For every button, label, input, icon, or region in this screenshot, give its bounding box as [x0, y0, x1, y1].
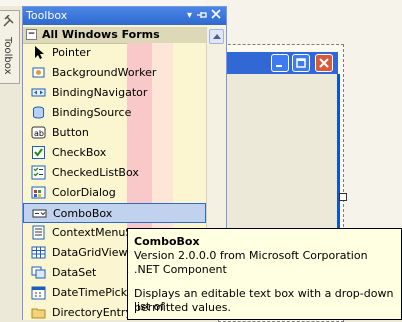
- close-icon[interactable]: [315, 54, 333, 72]
- toolbox-item-label: DataSet: [52, 266, 97, 279]
- toolbox-item-bindingsource[interactable]: BindingSource: [23, 103, 206, 123]
- toolbox-item-label: DirectoryEntry: [52, 306, 132, 319]
- toolbox-item-label: BindingSource: [52, 106, 132, 119]
- svg-text:ab: ab: [34, 129, 44, 138]
- checked-listbox-icon: [31, 165, 46, 180]
- toolbox-item-label: Button: [52, 126, 89, 139]
- toolbox-dock-tab[interactable]: Toolbox: [0, 10, 20, 84]
- dock-tab-label: Toolbox: [2, 37, 13, 75]
- toolbox-item-bindingnavigator[interactable]: BindingNavigator: [23, 83, 206, 103]
- tooltip-description-line2: permitted values.: [134, 301, 231, 314]
- background-worker-icon: [31, 65, 46, 80]
- toolbox-item-label: Pointer: [52, 46, 91, 59]
- section-header-all-windows-forms[interactable]: − All Windows Forms: [23, 27, 206, 44]
- toolbox-title: Toolbox: [26, 9, 68, 22]
- binding-navigator-icon: [31, 85, 46, 100]
- toolbox-item-colordialog[interactable]: ColorDialog: [23, 183, 206, 203]
- directory-entry-icon: [31, 305, 46, 320]
- toolbox-item-checkedlistbox[interactable]: CheckedListBox: [23, 163, 206, 183]
- toolbox-item-pointer[interactable]: Pointer: [23, 43, 206, 63]
- context-menu-strip-icon: [31, 225, 46, 240]
- datetimepicker-icon: [31, 285, 46, 300]
- close-icon[interactable]: [209, 9, 222, 22]
- pin-icon[interactable]: [195, 9, 208, 22]
- toolbox-item-label: CheckedListBox: [52, 166, 139, 179]
- minimize-icon[interactable]: [271, 54, 289, 72]
- dataset-icon: [31, 265, 46, 280]
- toolbox-item-label: CheckBox: [52, 146, 107, 159]
- toolbox-item-combobox[interactable]: ComboBox: [23, 203, 206, 223]
- section-label: All Windows Forms: [42, 28, 160, 41]
- toolbox-item-label: BackgroundWorker: [52, 66, 157, 79]
- checkbox-icon: [31, 145, 46, 160]
- resize-handle[interactable]: [339, 193, 347, 201]
- component-tooltip: ComboBox Version 2.0.0.0 from Microsoft …: [127, 228, 402, 320]
- scroll-up-icon[interactable]: [209, 29, 224, 44]
- toolbox-item-label: BindingNavigator: [52, 86, 148, 99]
- toolbox-item-label: DataGridView: [52, 246, 128, 259]
- toolbox-item-label: ColorDialog: [52, 186, 116, 199]
- combobox-icon: [32, 206, 47, 221]
- binding-source-icon: [31, 105, 46, 120]
- toolbox-item-checkbox[interactable]: CheckBox: [23, 143, 206, 163]
- tooltip-version: Version 2.0.0.0 from Microsoft Corporati…: [134, 249, 368, 262]
- tooltip-title: ComboBox: [134, 235, 200, 248]
- toolbox-item-button[interactable]: ab Button: [23, 123, 206, 143]
- toolbox-title-bar: Toolbox ▾: [23, 7, 226, 25]
- button-icon: ab: [31, 125, 46, 140]
- datagridview-icon: [31, 245, 46, 260]
- tooltip-kind: .NET Component: [134, 263, 227, 276]
- toolbox-item-backgroundworker[interactable]: BackgroundWorker: [23, 63, 206, 83]
- pointer-icon: [31, 45, 46, 60]
- toolbox-item-label: DateTimePicker: [52, 286, 138, 299]
- maximize-icon[interactable]: [292, 54, 310, 72]
- color-dialog-icon: [31, 185, 46, 200]
- form-caption-bar[interactable]: [224, 52, 338, 74]
- collapse-icon[interactable]: −: [26, 29, 37, 40]
- toolbox-icon: [3, 14, 15, 30]
- toolbox-item-label: ComboBox: [53, 207, 113, 220]
